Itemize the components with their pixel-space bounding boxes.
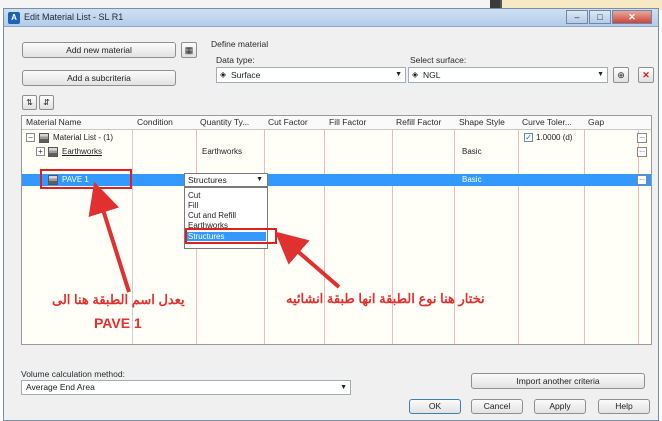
material-icon: ▦ <box>184 45 194 55</box>
column-header-cut-factor[interactable]: Cut Factor <box>268 117 308 127</box>
minimize-button[interactable]: – <box>566 10 588 24</box>
define-material-label: Define material <box>211 39 269 49</box>
quantity-type-value: Structures <box>188 175 227 185</box>
edit-material-list-dialog: A Edit Material List - SL R1 – □ ✕ Add n… <box>3 8 659 421</box>
row-ellipsis-button[interactable]: ... <box>637 133 647 143</box>
collapse-icon[interactable]: − <box>26 133 35 142</box>
column-header-material-name[interactable]: Material Name <box>26 117 81 127</box>
app-icon: A <box>8 12 20 24</box>
data-type-label: Data type: <box>216 55 255 65</box>
highlight-structures-option <box>185 228 277 244</box>
data-type-select[interactable]: ◈ Surface ▼ <box>216 67 406 83</box>
highlight-pave-name <box>40 169 132 189</box>
sort-up-icon: ⇅ <box>26 98 33 107</box>
row-curve: 1.0000 (d) <box>536 133 573 142</box>
chevron-down-icon: ▼ <box>340 384 347 391</box>
chevron-down-icon: ▼ <box>597 71 604 78</box>
row-shape: Basic <box>462 175 482 184</box>
surface-icon: ◈ <box>412 70 419 79</box>
row-shape: Basic <box>462 147 482 156</box>
table-row[interactable]: − Material List - (1) ✓ 1.0000 (d) ... <box>22 132 651 144</box>
row-ellipsis-button[interactable]: ... <box>637 147 647 157</box>
data-type-value: Surface <box>231 70 261 80</box>
material-icon <box>48 147 58 157</box>
column-header-shape-style[interactable]: Shape Style <box>459 117 505 127</box>
chevron-down-icon: ▼ <box>256 176 263 183</box>
table-row[interactable]: + Earthworks Earthworks Basic ... <box>22 146 651 158</box>
sort-button-2[interactable]: ⇵ <box>39 95 54 110</box>
quantity-type-select[interactable]: Structures ▼ <box>184 173 268 187</box>
volume-method-value: Average End Area <box>26 382 95 392</box>
surface-icon: ◈ <box>220 70 227 79</box>
volume-method-label: Volume calculation method: <box>21 369 125 379</box>
volume-method-select[interactable]: Average End Area ▼ <box>21 380 351 395</box>
close-button[interactable]: ✕ <box>612 10 652 24</box>
chevron-down-icon: ▼ <box>395 71 402 78</box>
dropdown-option-cut[interactable]: Cut <box>188 191 200 200</box>
pick-surface-button[interactable]: ⊕ <box>613 67 629 83</box>
delete-icon: ✕ <box>642 70 650 80</box>
expand-icon[interactable]: + <box>36 147 45 156</box>
help-button[interactable]: Help <box>598 399 650 414</box>
material-icon-button[interactable]: ▦ <box>181 42 197 58</box>
delete-button[interactable]: ✕ <box>638 67 654 83</box>
title-bar[interactable]: A Edit Material List - SL R1 – □ ✕ <box>4 9 658 27</box>
dropdown-option-cut-and-refill[interactable]: Cut and Refill <box>188 211 236 220</box>
material-grid[interactable]: Material Name Condition Quantity Ty... C… <box>21 115 652 345</box>
material-list-icon <box>39 133 49 143</box>
annotation-left-note: يعدل اسم الطبقة هنا الى <box>52 292 185 307</box>
window-controls: – □ ✕ <box>565 10 652 24</box>
dropdown-option-fill[interactable]: Fill <box>188 201 198 210</box>
maximize-button[interactable]: □ <box>589 10 611 24</box>
add-new-material-button[interactable]: Add new material <box>22 42 176 58</box>
add-subcriteria-button[interactable]: Add a subcriteria <box>22 70 176 86</box>
annotation-pave-label: PAVE 1 <box>94 315 142 331</box>
row-ellipsis-button[interactable]: ... <box>637 175 647 185</box>
select-surface-value: NGL <box>423 70 441 80</box>
grid-header: Material Name Condition Quantity Ty... C… <box>22 116 651 130</box>
sort-down-icon: ⇵ <box>43 98 50 107</box>
column-header-condition[interactable]: Condition <box>137 117 173 127</box>
row-name: Earthworks <box>62 147 103 156</box>
apply-button[interactable]: Apply <box>534 399 586 414</box>
select-surface-label: Select surface: <box>410 55 467 65</box>
ok-button[interactable]: OK <box>409 399 461 414</box>
column-header-quantity-type[interactable]: Quantity Ty... <box>200 117 249 127</box>
pick-icon: ⊕ <box>617 70 625 80</box>
curve-tolerance-checkbox[interactable]: ✓ <box>524 133 533 142</box>
sort-button-1[interactable]: ⇅ <box>22 95 37 110</box>
row-quantity: Earthworks <box>202 147 243 156</box>
column-header-refill-factor[interactable]: Refill Factor <box>396 117 441 127</box>
column-header-fill-factor[interactable]: Fill Factor <box>329 117 366 127</box>
row-name: Material List - (1) <box>53 133 114 142</box>
column-header-gap[interactable]: Gap <box>588 117 604 127</box>
import-criteria-button[interactable]: Import another criteria <box>471 373 645 389</box>
column-header-curve-tolerance[interactable]: Curve Toler... <box>522 117 572 127</box>
annotation-right-note: نختار هنا نوع الطبقة انها طبقة انشائيه <box>286 291 485 306</box>
select-surface-select[interactable]: ◈ NGL ▼ <box>408 67 608 83</box>
cancel-button[interactable]: Cancel <box>471 399 523 414</box>
window-title: Edit Material List - SL R1 <box>24 12 124 22</box>
